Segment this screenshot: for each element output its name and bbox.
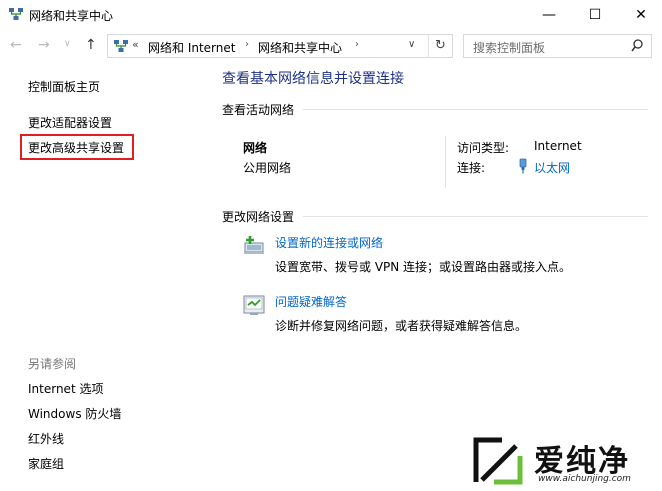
watermark: 爱纯净 www.aichunjing.com — [468, 432, 662, 491]
minimize-button[interactable]: — — [526, 0, 572, 30]
address-dropdown-icon[interactable]: ∨ — [408, 39, 415, 50]
breadcrumb-chevron-icon[interactable]: › — [355, 39, 359, 50]
troubleshoot-problems-description: 诊断并修复网络问题，或者获得疑难解答信息。 — [275, 319, 528, 333]
ethernet-connection-link[interactable]: 以太网 — [534, 159, 570, 176]
network-profile-type: 公用网络 — [243, 161, 292, 175]
access-type-label: 访问类型: — [457, 141, 510, 155]
watermark-url: www.aichunjing.com — [538, 474, 631, 484]
up-arrow-icon[interactable]: ↑ — [85, 37, 97, 53]
change-adapter-settings-link[interactable]: 更改适配器设置 — [28, 114, 112, 131]
maximize-button[interactable]: ☐ — [572, 0, 618, 30]
see-also-heading: 另请参阅 — [28, 357, 77, 371]
troubleshoot-icon — [243, 295, 265, 315]
main-content: 查看基本网络信息并设置连接 查看活动网络 网络 公用网络 访问类型: Inter… — [205, 62, 662, 491]
infrared-link[interactable]: 红外线 — [28, 430, 64, 447]
page-title: 查看基本网络信息并设置连接 — [222, 71, 404, 87]
change-network-settings-heading: 更改网络设置 — [222, 210, 295, 224]
breadcrumb-chevron-icon[interactable]: › — [245, 39, 249, 50]
search-input[interactable]: 搜索控制面板 — [473, 39, 545, 56]
access-type-value: Internet — [534, 139, 582, 153]
search-box[interactable]: 搜索控制面板 — [463, 34, 652, 58]
section-divider — [303, 216, 648, 217]
watermark-logo-icon — [473, 437, 523, 485]
breadcrumb-network-sharing-center[interactable]: 网络和共享中心 — [258, 39, 342, 56]
setup-new-connection-link[interactable]: 设置新的连接或网络 — [275, 234, 383, 251]
connection-label: 连接: — [457, 161, 486, 175]
homegroup-link[interactable]: 家庭组 — [28, 455, 64, 472]
left-pane: 控制面板主页 更改适配器设置 更改高级共享设置 另请参阅 Internet 选项… — [0, 62, 205, 491]
close-button[interactable]: ✕ — [618, 0, 662, 30]
change-advanced-sharing-settings-link[interactable]: 更改高级共享设置 — [28, 139, 124, 156]
search-icon[interactable] — [631, 39, 643, 52]
recent-locations-chevron-icon[interactable]: ∨ — [64, 39, 71, 49]
ethernet-icon — [519, 158, 527, 174]
network-center-icon — [114, 40, 128, 52]
troubleshoot-problems-link[interactable]: 问题疑难解答 — [275, 293, 347, 310]
network-info-divider — [445, 136, 446, 188]
control-panel-home-link[interactable]: 控制面板主页 — [28, 78, 100, 95]
address-overflow-icon[interactable]: « — [132, 38, 139, 51]
close-icon: ✕ — [635, 7, 647, 23]
navigation-bar: ← → ∨ ↑ « 网络和 Internet › 网络和共享中心 › ∨ ↻ 搜… — [0, 31, 662, 61]
back-arrow-icon[interactable]: ← — [10, 37, 22, 53]
section-divider — [303, 109, 648, 110]
setup-new-connection-description: 设置宽带、拨号或 VPN 连接；或设置路由器或接入点。 — [275, 260, 572, 274]
refresh-icon[interactable]: ↻ — [428, 35, 452, 57]
minimize-icon: — — [542, 7, 556, 23]
active-networks-heading: 查看活动网络 — [222, 103, 295, 117]
internet-options-link[interactable]: Internet 选项 — [28, 380, 103, 397]
window-title: 网络和共享中心 — [29, 9, 114, 23]
new-connection-icon — [244, 236, 264, 254]
forward-arrow-icon[interactable]: → — [38, 37, 50, 53]
address-bar[interactable]: « 网络和 Internet › 网络和共享中心 › ∨ ↻ — [107, 34, 453, 58]
network-center-icon — [9, 8, 23, 20]
windows-firewall-link[interactable]: Windows 防火墙 — [28, 405, 121, 422]
title-bar: 网络和共享中心 — ☐ ✕ — [0, 0, 662, 30]
breadcrumb-network-internet[interactable]: 网络和 Internet — [148, 39, 235, 56]
maximize-icon: ☐ — [588, 7, 602, 23]
network-name: 网络 — [243, 141, 268, 155]
